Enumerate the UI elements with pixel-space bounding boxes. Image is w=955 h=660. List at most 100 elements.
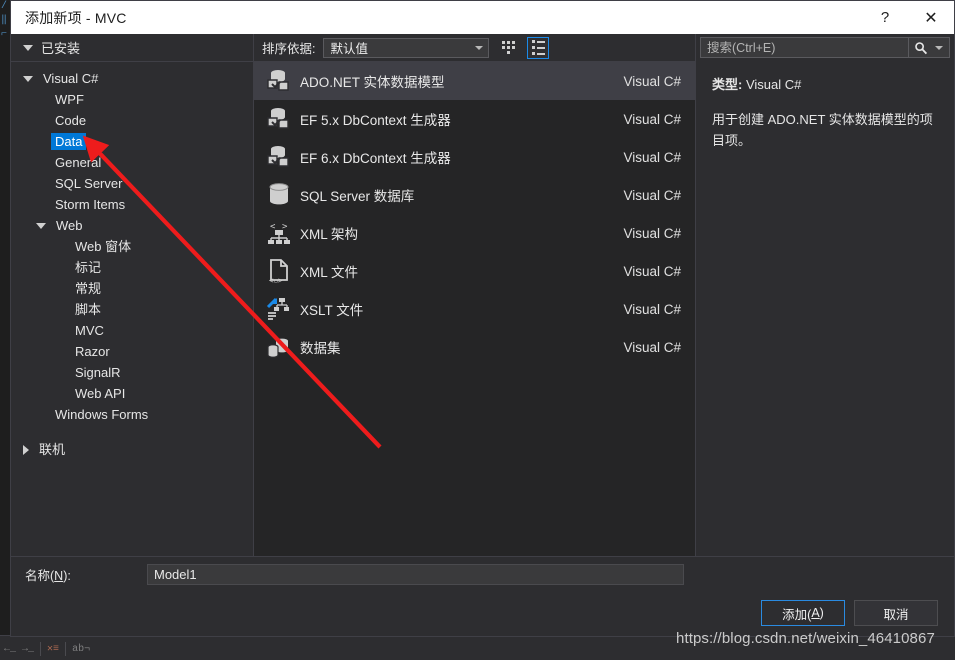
cancel-button[interactable]: 取消 xyxy=(854,600,938,626)
list-view-icon xyxy=(531,40,545,55)
template-list-item[interactable]: <▫> XML 文件 Visual C# xyxy=(254,252,695,290)
name-input[interactable] xyxy=(147,563,684,585)
nav-back-icon[interactable]: ←_ xyxy=(4,644,16,655)
detail-type-row: 类型: Visual C# xyxy=(712,75,938,95)
tree-item-label: General xyxy=(55,155,102,170)
chevron-down-icon[interactable] xyxy=(36,223,46,229)
categories-pane: 已安装 Visual C# WPF Code Data General SQL Serve… xyxy=(11,34,254,556)
tree-item-label: Windows Forms xyxy=(55,407,149,422)
tree-item-windows-forms[interactable]: Windows Forms xyxy=(11,404,253,425)
tree-item-web[interactable]: Web xyxy=(11,215,253,236)
sort-value: 默认值 xyxy=(330,42,368,56)
tree-item-label: 常规 xyxy=(75,281,102,296)
category-tree: Visual C# WPF Code Data General SQL Server Sto… xyxy=(11,62,253,556)
dataset-icon xyxy=(262,332,296,362)
tree-item-data[interactable]: Data xyxy=(11,131,253,152)
entity-model-icon xyxy=(262,104,296,134)
tree-item-label: 标记 xyxy=(75,260,102,275)
tree-item-wpf[interactable]: WPF xyxy=(11,89,253,110)
add-button[interactable]: 添加(A) xyxy=(761,600,845,626)
help-button[interactable]: ? xyxy=(862,1,908,34)
tree-item-常规[interactable]: 常规 xyxy=(11,278,253,299)
tree-item-label: Data xyxy=(51,133,87,150)
sort-dropdown[interactable]: 默认值 xyxy=(323,37,490,58)
detail-type-value: Visual C# xyxy=(745,77,802,92)
installed-label: 已安装 xyxy=(41,41,81,56)
text-icon[interactable]: ab¬ xyxy=(72,644,90,655)
xslt-file-icon xyxy=(262,294,296,324)
chevron-down-icon[interactable] xyxy=(23,76,33,82)
template-item-language: Visual C# xyxy=(623,73,681,89)
template-list-item[interactable]: EF 5.x DbContext 生成器 Visual C# xyxy=(254,100,695,138)
xml-schema-icon: < > xyxy=(262,218,296,248)
template-item-language: Visual C# xyxy=(623,339,681,355)
tree-item-label: Web 窗体 xyxy=(75,239,132,254)
tree-item-脚本[interactable]: 脚本 xyxy=(11,299,253,320)
tree-item-online[interactable]: 联机 xyxy=(11,439,253,460)
name-label: 名称(N): xyxy=(25,568,71,583)
template-item-language: Visual C# xyxy=(623,225,681,241)
tree-item-web-窗体[interactable]: Web 窗体 xyxy=(11,236,253,257)
tree-item-label: Storm Items xyxy=(55,197,126,212)
nav-forward-icon[interactable]: →_ xyxy=(22,644,34,655)
tree-item-标记[interactable]: 标记 xyxy=(11,257,253,278)
detail-body: 类型: Visual C# 用于创建 ADO.NET 实体数据模型的项目项。 xyxy=(696,61,954,556)
chevron-right-icon[interactable] xyxy=(23,445,29,455)
database-icon xyxy=(262,180,296,210)
template-list-item[interactable]: < > XML 架构 Visual C# xyxy=(254,214,695,252)
entity-model-icon xyxy=(262,66,296,96)
clear-icon[interactable]: ✕≡ xyxy=(47,643,59,655)
entity-model-icon xyxy=(262,142,296,172)
template-item-name: SQL Server 数据库 xyxy=(300,189,415,204)
template-item-language: Visual C# xyxy=(623,149,681,165)
search-input[interactable] xyxy=(701,38,908,57)
detail-type-label: 类型: xyxy=(712,77,743,92)
grid-view-button[interactable] xyxy=(497,37,519,59)
svg-text:<▫>: <▫> xyxy=(269,276,283,284)
dialog-titlebar: 添加新项 - MVC ? ✕ xyxy=(11,1,954,34)
tree-item-label: Visual C# xyxy=(43,71,99,86)
screen: / ‖ ⌐ ←_ →_ ✕≡ ab¬ 添加新项 - MVC ? ✕ 已安装 Vi… xyxy=(0,0,955,660)
tree-item-label: Web API xyxy=(75,386,126,401)
template-item-name: 数据集 xyxy=(300,341,341,356)
tree-item-label: Razor xyxy=(75,344,110,359)
template-item-language: Visual C# xyxy=(623,301,681,317)
tree-item-label: SQL Server xyxy=(55,176,123,191)
tree-item-web-api[interactable]: Web API xyxy=(11,383,253,404)
template-item-name: XSLT 文件 xyxy=(300,303,364,318)
template-list-item[interactable]: SQL Server 数据库 Visual C# xyxy=(254,176,695,214)
search-icon[interactable] xyxy=(908,38,933,57)
template-item-language: Visual C# xyxy=(623,263,681,279)
tree-item-code[interactable]: Code xyxy=(11,110,253,131)
template-item-name: EF 5.x DbContext 生成器 xyxy=(300,113,451,128)
sort-label: 排序依据: xyxy=(262,42,316,56)
template-list-item[interactable]: 数据集 Visual C# xyxy=(254,328,695,366)
template-item-language: Visual C# xyxy=(623,187,681,203)
detail-pane: 类型: Visual C# 用于创建 ADO.NET 实体数据模型的项目项。 xyxy=(696,34,954,556)
list-view-button[interactable] xyxy=(527,36,550,59)
watermark-text: https://blog.csdn.net/weixin_46410867 xyxy=(676,630,935,647)
template-list-item[interactable]: EF 6.x DbContext 生成器 Visual C# xyxy=(254,138,695,176)
tree-item-mvc[interactable]: MVC xyxy=(11,320,253,341)
xml-file-icon: <▫> xyxy=(262,256,296,286)
template-list-item[interactable]: XSLT 文件 Visual C# xyxy=(254,290,695,328)
tree-item-sql-server[interactable]: SQL Server xyxy=(11,173,253,194)
tree-item-label: 联机 xyxy=(39,442,66,457)
tree-item-storm-items[interactable]: Storm Items xyxy=(11,194,253,215)
template-list-item[interactable]: ADO.NET 实体数据模型 Visual C# xyxy=(254,62,695,100)
installed-header[interactable]: 已安装 xyxy=(11,34,253,62)
name-row: 名称(N): xyxy=(11,556,954,591)
toolbar-divider-2 xyxy=(65,642,67,656)
search-area xyxy=(696,34,954,61)
tree-item-label: 脚本 xyxy=(75,302,102,317)
search-dropdown-caret-icon[interactable] xyxy=(933,45,949,50)
tree-item-general[interactable]: General xyxy=(11,152,253,173)
template-item-name: EF 6.x DbContext 生成器 xyxy=(300,151,451,166)
tree-item-signalr[interactable]: SignalR xyxy=(11,362,253,383)
search-box[interactable] xyxy=(700,37,950,58)
dialog-title: 添加新项 - MVC xyxy=(25,9,127,26)
template-item-name: XML 架构 xyxy=(300,227,359,242)
tree-item-visual-c#[interactable]: Visual C# xyxy=(11,68,253,89)
tree-item-razor[interactable]: Razor xyxy=(11,341,253,362)
close-button[interactable]: ✕ xyxy=(908,1,954,34)
